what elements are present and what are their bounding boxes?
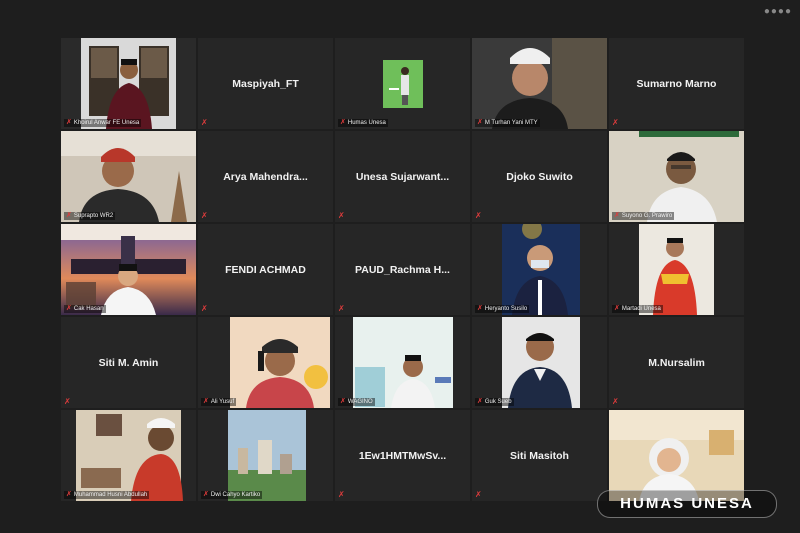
mic-muted-icon: ✗ — [477, 305, 483, 312]
participant-tile-23[interactable]: 1Ew1HMTMwSv... ✗ — [335, 410, 470, 501]
participant-name-label: ✗ M Turhan Yani MTY — [475, 119, 540, 127]
mic-muted-icon: ✗ — [477, 119, 483, 126]
participant-tile-9[interactable]: Djoko Suwito ✗ — [472, 131, 607, 222]
mic-muted-icon: ✗ — [201, 304, 208, 313]
participant-name-label: ✗ Dwi Cahyo Kartiko — [201, 491, 263, 499]
participant-tile-12[interactable]: FENDI ACHMAD ✗ — [198, 224, 333, 315]
participant-tile-19[interactable]: ✗ Guk Sueb — [472, 317, 607, 408]
participant-tile-10[interactable]: ✗ Suyono G. Prawiro — [609, 131, 744, 222]
participant-name-label: ✗ Muhammad Husni Abdullah — [64, 491, 150, 499]
participant-tile-16[interactable]: Siti M. Amin ✗ — [61, 317, 196, 408]
participant-video — [609, 131, 744, 222]
participant-name-label: ✗ Martadi Unesa — [612, 305, 663, 313]
participant-tile-13[interactable]: PAUD_Rachma H... ✗ — [335, 224, 470, 315]
participant-video — [335, 38, 470, 129]
participant-tile-24[interactable]: Siti Masitoh ✗ — [472, 410, 607, 501]
participant-tile-22[interactable]: ✗ Dwi Cahyo Kartiko — [198, 410, 333, 501]
participant-tile-11[interactable]: ✗ Cak Hasan — [61, 224, 196, 315]
participant-video — [198, 317, 333, 408]
mic-muted-icon: ✗ — [612, 118, 619, 127]
participant-name: Siti Masitoh — [510, 449, 569, 462]
participant-name: Maspiyah_FT — [232, 77, 299, 90]
mic-muted-icon: ✗ — [475, 211, 482, 220]
participant-name: 1Ew1HMTMwSv... — [358, 449, 447, 462]
participant-name-label: ✗ Ali Yusuf — [201, 398, 237, 406]
mic-muted-icon: ✗ — [614, 305, 620, 312]
participant-tile-2[interactable]: Maspiyah_FT ✗ — [198, 38, 333, 129]
participant-name-label: ✗ Suyono G. Prawiro — [612, 212, 675, 220]
participant-video — [61, 131, 196, 222]
participant-tile-17[interactable]: ✗ Ali Yusuf — [198, 317, 333, 408]
participant-tile-8[interactable]: Unesa Sujarwant... ✗ — [335, 131, 470, 222]
participant-video — [472, 224, 607, 315]
mic-muted-icon: ✗ — [612, 397, 619, 406]
participant-tile-5[interactable]: Sumarno Marno ✗ — [609, 38, 744, 129]
participant-name: PAUD_Rachma H... — [355, 263, 450, 276]
participant-video — [61, 38, 196, 129]
mic-muted-icon: ✗ — [338, 304, 345, 313]
mic-muted-icon: ✗ — [338, 211, 345, 220]
participant-name-label: ✗ Heryanto Susilo — [475, 305, 530, 313]
gallery-grid: ✗ Khoirul Anwar FE Unesa Maspiyah_FT ✗ ✗… — [61, 38, 752, 506]
participant-tile-14[interactable]: ✗ Heryanto Susilo — [472, 224, 607, 315]
participant-tile-7[interactable]: Arya Mahendra... ✗ — [198, 131, 333, 222]
participant-video — [472, 317, 607, 408]
participant-name: Djoko Suwito — [506, 170, 573, 183]
participant-tile-1[interactable]: ✗ Khoirul Anwar FE Unesa — [61, 38, 196, 129]
more-dots-icon[interactable]: ●●●● — [764, 6, 792, 17]
participant-video — [61, 410, 196, 501]
participant-tile-21[interactable]: ✗ Muhammad Husni Abdullah — [61, 410, 196, 501]
participant-tile-25[interactable] — [609, 410, 744, 501]
participant-tile-4[interactable]: ✗ M Turhan Yani MTY — [472, 38, 607, 129]
mic-muted-icon: ✗ — [66, 305, 72, 312]
participant-tile-3[interactable]: ✗ Humas Unesa — [335, 38, 470, 129]
participant-tile-18[interactable]: ✗ WAGINO — [335, 317, 470, 408]
mic-muted-icon: ✗ — [201, 118, 208, 127]
participant-tile-20[interactable]: M.Nursalim ✗ — [609, 317, 744, 408]
participant-name: Siti M. Amin — [98, 356, 159, 369]
participant-tile-6[interactable]: ✗ Suprapto WR2 — [61, 131, 196, 222]
participant-name: Sumarno Marno — [636, 77, 717, 90]
mic-muted-icon: ✗ — [203, 398, 209, 405]
participant-video — [61, 224, 196, 315]
participant-name-label: ✗ Suprapto WR2 — [64, 212, 116, 220]
participant-name: Unesa Sujarwant... — [355, 170, 450, 183]
participant-tile-15[interactable]: ✗ Martadi Unesa — [609, 224, 744, 315]
participant-video — [609, 224, 744, 315]
mic-muted-icon: ✗ — [66, 119, 72, 126]
participant-name: FENDI ACHMAD — [225, 263, 306, 276]
mic-muted-icon: ✗ — [614, 212, 620, 219]
mic-muted-icon: ✗ — [475, 490, 482, 499]
mic-muted-icon: ✗ — [201, 211, 208, 220]
mic-muted-icon: ✗ — [340, 119, 346, 126]
mic-muted-icon: ✗ — [203, 491, 209, 498]
participant-name-label: ✗ Guk Sueb — [475, 398, 514, 406]
mic-muted-icon: ✗ — [66, 491, 72, 498]
participant-name-label: ✗ Khoirul Anwar FE Unesa — [64, 119, 142, 127]
mic-muted-icon: ✗ — [66, 212, 72, 219]
participant-name: M.Nursalim — [648, 356, 705, 369]
mic-muted-icon: ✗ — [477, 398, 483, 405]
participant-video — [472, 38, 607, 129]
participant-name: Arya Mahendra... — [223, 170, 308, 183]
participant-name-label: ✗ WAGINO — [338, 398, 375, 406]
mic-muted-icon: ✗ — [338, 490, 345, 499]
participant-video — [335, 317, 470, 408]
participant-video — [198, 410, 333, 501]
mic-muted-icon: ✗ — [340, 398, 346, 405]
participant-name-label: ✗ Humas Unesa — [338, 119, 388, 127]
participant-name-label: ✗ Cak Hasan — [64, 305, 106, 313]
mic-muted-icon: ✗ — [64, 397, 71, 406]
watermark-logo: HUMAS UNESA — [597, 490, 777, 518]
participant-video — [609, 410, 744, 501]
